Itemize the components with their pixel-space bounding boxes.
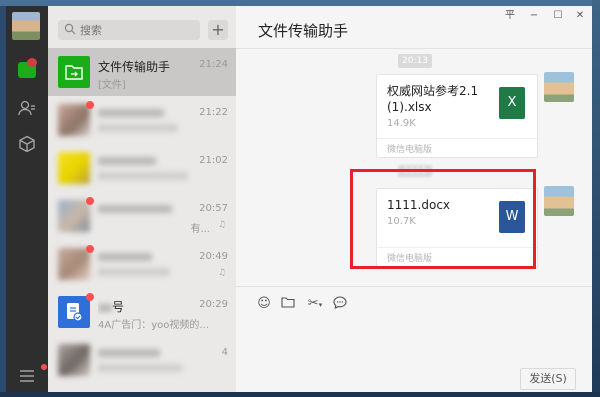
search-box[interactable] <box>58 20 200 40</box>
sender-avatar[interactable] <box>544 72 574 102</box>
conversation-preview <box>98 364 210 375</box>
conversation-time: 21:22 <box>199 107 228 118</box>
conversation-time: 21:24 <box>199 59 228 70</box>
conversation-preview: [文件] <box>98 80 126 91</box>
conversation-name <box>98 250 198 264</box>
contact-avatar <box>58 344 90 376</box>
excel-file-icon: X <box>499 87 525 119</box>
conversation-item[interactable]: 20:57 有... ♫ <box>48 192 236 240</box>
file-name: 权威网站参考2.1(1).xlsx <box>387 84 479 114</box>
conversation-item[interactable]: 文件传输助手 21:24 [文件] <box>48 48 236 96</box>
conversation-item[interactable]: 21:22 <box>48 96 236 144</box>
conversation-item[interactable]: 号 20:29 4A广告门：yoo视频的... <box>48 288 236 336</box>
conversation-name: 号 <box>98 298 198 315</box>
add-chat-button[interactable]: + <box>208 20 228 40</box>
conversation-preview: 有... <box>190 224 210 235</box>
contact-avatar <box>58 104 90 136</box>
conversation-item[interactable]: 21:02 <box>48 144 236 192</box>
close-button[interactable]: ✕ <box>570 8 590 24</box>
minimize-button[interactable]: − <box>524 8 544 24</box>
favorites-cube-icon[interactable] <box>17 134 37 154</box>
message-timestamp: 20:13 <box>398 54 432 68</box>
search-input[interactable] <box>80 22 190 38</box>
conversation-name <box>98 106 198 120</box>
conversation-name: 文件传输助手 <box>98 60 171 74</box>
conversation-time: 4 <box>221 347 228 358</box>
chat-panel: 文件传输助手 平 − ☐ ✕ 20:13 权威网站参考2.1(1).xlsx 1… <box>236 6 592 392</box>
user-avatar[interactable] <box>12 12 40 40</box>
chat-history-icon[interactable] <box>332 296 348 312</box>
file-size: 14.9K <box>387 118 416 129</box>
unread-dot <box>86 101 94 109</box>
divider <box>236 48 592 49</box>
chat-title: 文件传输助手 <box>258 22 349 40</box>
conversation-preview <box>98 268 210 279</box>
divider <box>236 286 592 287</box>
divider <box>377 138 537 139</box>
menu-icon[interactable] <box>17 364 47 386</box>
mute-bell-icon: ♫ <box>217 268 226 278</box>
file-source: 微信电脑版 <box>387 145 433 155</box>
contact-avatar <box>58 200 90 232</box>
conversation-name <box>98 346 198 360</box>
contact-avatar <box>58 152 90 184</box>
desktop-background-right <box>592 0 600 397</box>
wechat-window: + 文件传输助手 21:24 [文件] 21:22 21:02 <box>6 6 592 392</box>
official-account-icon <box>58 296 90 328</box>
unread-dot <box>86 245 94 253</box>
conversation-list: + 文件传输助手 21:24 [文件] 21:22 21:02 <box>48 6 236 392</box>
unread-dot <box>86 293 94 301</box>
search-icon <box>64 23 78 37</box>
scissors-icon[interactable]: ✂▾ <box>304 296 326 312</box>
sender-avatar[interactable] <box>544 186 574 216</box>
send-button[interactable]: 发送(S) <box>520 368 576 390</box>
folder-icon[interactable] <box>280 296 296 312</box>
pin-button[interactable]: 平 <box>500 8 520 24</box>
contacts-nav-icon[interactable] <box>17 98 37 118</box>
conversation-time: 20:29 <box>199 299 228 310</box>
conversation-name <box>98 154 198 168</box>
unread-dot <box>86 197 94 205</box>
desktop-background-bottom <box>0 392 600 397</box>
maximize-button[interactable]: ☐ <box>548 8 568 24</box>
chat-nav-icon[interactable] <box>17 58 37 80</box>
mute-bell-icon: ♫ <box>217 220 226 230</box>
conversation-time: 20:49 <box>199 251 228 262</box>
file-transfer-icon <box>58 56 90 88</box>
conversation-time: 20:57 <box>199 203 228 214</box>
conversation-item[interactable]: 20:49 ♫ <box>48 240 236 288</box>
file-message[interactable]: 权威网站参考2.1(1).xlsx 14.9K X 微信电脑版 <box>376 74 538 158</box>
conversation-name <box>98 202 198 216</box>
conversation-preview <box>98 172 210 183</box>
notification-dot <box>41 364 47 370</box>
conversation-preview <box>98 124 210 135</box>
contact-avatar <box>58 248 90 280</box>
conversation-preview: 4A广告门：yoo视频的... <box>98 320 209 331</box>
navigation-bar <box>6 6 48 392</box>
conversation-item[interactable]: 4 <box>48 336 236 384</box>
annotation-highlight-box <box>350 169 536 269</box>
conversation-time: 21:02 <box>199 155 228 166</box>
emoji-icon[interactable]: ☺ <box>256 296 272 312</box>
